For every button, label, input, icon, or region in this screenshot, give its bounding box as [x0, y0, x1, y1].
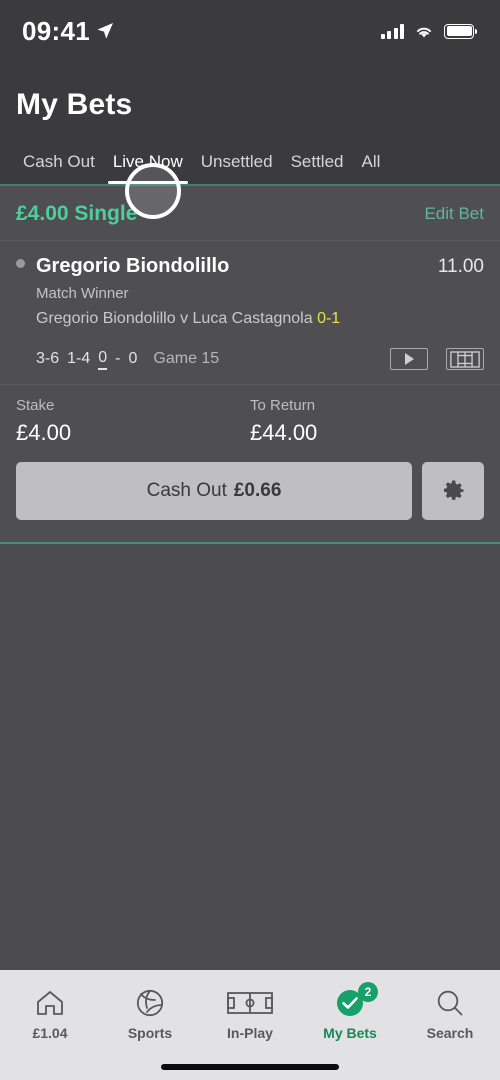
stake-value: £4.00: [16, 420, 72, 445]
current-game-home: 0: [98, 349, 108, 370]
home-indicator: [0, 1054, 500, 1080]
battery-full-icon: [444, 23, 478, 39]
cellular-signal-icon: [380, 23, 404, 39]
video-stream-icon[interactable]: [390, 348, 428, 370]
cash-out-row: Cash Out £0.66: [0, 462, 500, 542]
game-number: Game 15: [153, 350, 220, 367]
selection-name: Gregorio Biondolillo: [36, 255, 230, 277]
live-score-actions: [390, 348, 484, 370]
return-value: £44.00: [250, 420, 318, 445]
tab-live-now[interactable]: Live Now: [104, 152, 192, 184]
tab-unsettled[interactable]: Unsettled: [192, 152, 282, 184]
page-title: My Bets: [16, 88, 133, 121]
selection-event: Gregorio Biondolillo v Luca Castagnola 0…: [36, 310, 484, 328]
event-score: 0-1: [317, 310, 341, 327]
wifi-icon: [416, 27, 432, 37]
status-bar: 09:41: [0, 0, 500, 62]
bet-card-header: £4.00 Single Edit Bet: [0, 186, 500, 240]
tab-label: Live Now: [112, 152, 183, 171]
search-icon: [435, 988, 465, 1018]
selection-odds: 11.00: [437, 256, 484, 277]
header: My Bets: [0, 62, 500, 122]
bottom-nav-items: £1.04 Sports In-Play 2 My Bets Search: [0, 970, 500, 1054]
cash-out-value: £0.66: [233, 480, 282, 501]
cash-out-settings-button[interactable]: [422, 462, 484, 520]
tab-bar: Cash Out Live Now Unsettled Settled All: [0, 122, 500, 184]
bet-totals: Stake £4.00 To Return £44.00: [0, 385, 500, 462]
bet-selection[interactable]: Gregorio Biondolillo 11.00 Match Winner …: [0, 241, 500, 334]
event-name: Gregorio Biondolillo v Luca Castagnola: [36, 310, 313, 327]
nav-label-search: Search: [426, 1024, 474, 1041]
edit-bet-button[interactable]: Edit Bet: [424, 204, 484, 224]
selection-market: Match Winner: [36, 285, 129, 302]
my-bets-badge: 2: [358, 981, 378, 1002]
status-bar-right: [380, 23, 478, 39]
bet-card: £4.00 Single Edit Bet Gregorio Biondolil…: [0, 186, 500, 544]
status-bar-left: 09:41: [22, 16, 114, 47]
return-label: To Return: [250, 397, 316, 414]
app-screen: 09:41 My Bets Cash Out Live Now Unsettle…: [0, 0, 500, 1080]
stake-block: Stake £4.00: [16, 397, 250, 446]
tab-label: All: [361, 152, 381, 171]
home-icon: [35, 988, 65, 1018]
selection-bullet-icon: [16, 259, 25, 268]
stake-label: Stake: [16, 397, 55, 414]
selection-top-row: Gregorio Biondolillo 11.00: [16, 255, 484, 278]
nav-item-in-play[interactable]: In-Play: [200, 988, 300, 1041]
nav-item-my-bets[interactable]: 2 My Bets: [300, 981, 400, 1041]
football-icon: [135, 988, 165, 1018]
current-game-away: 0: [128, 350, 138, 367]
gear-icon: [444, 480, 464, 500]
tab-label: Cash Out: [23, 152, 95, 171]
court-stats-icon[interactable]: [446, 348, 484, 370]
set-1-score: 3-6: [36, 350, 60, 367]
location-arrow-icon: [97, 23, 113, 39]
live-score-row: 3-6 1-4 0 - 0 Game 15: [0, 334, 500, 384]
nav-item-sports[interactable]: Sports: [100, 988, 200, 1041]
set-2-score: 1-4: [67, 350, 91, 367]
cash-out-button[interactable]: Cash Out £0.66: [16, 462, 412, 520]
status-time: 09:41: [22, 15, 90, 46]
tab-label: Unsettled: [200, 152, 273, 171]
tab-label: Settled: [290, 152, 344, 171]
tab-all[interactable]: All: [353, 152, 390, 184]
current-game-separator: -: [115, 350, 121, 367]
tab-cash-out[interactable]: Cash Out: [14, 152, 104, 184]
tab-settled[interactable]: Settled: [282, 152, 353, 184]
live-score-sets: 3-6 1-4 0 - 0: [36, 349, 137, 370]
pitch-icon: [227, 988, 273, 1018]
nav-item-home[interactable]: £1.04: [0, 988, 100, 1041]
return-block: To Return £44.00: [250, 397, 484, 446]
nav-label-sports: Sports: [127, 1024, 173, 1041]
check-circle-icon: 2: [335, 981, 378, 1018]
nav-item-search[interactable]: Search: [400, 988, 500, 1041]
nav-label-balance: £1.04: [32, 1024, 68, 1041]
nav-label-my-bets: My Bets: [323, 1024, 377, 1041]
nav-label-in-play: In-Play: [227, 1024, 273, 1041]
bottom-navigation: £1.04 Sports In-Play 2 My Bets Search: [0, 970, 500, 1080]
bet-type-title: £4.00 Single: [16, 202, 138, 225]
cash-out-label: Cash Out: [146, 480, 227, 501]
empty-area: [0, 544, 500, 899]
